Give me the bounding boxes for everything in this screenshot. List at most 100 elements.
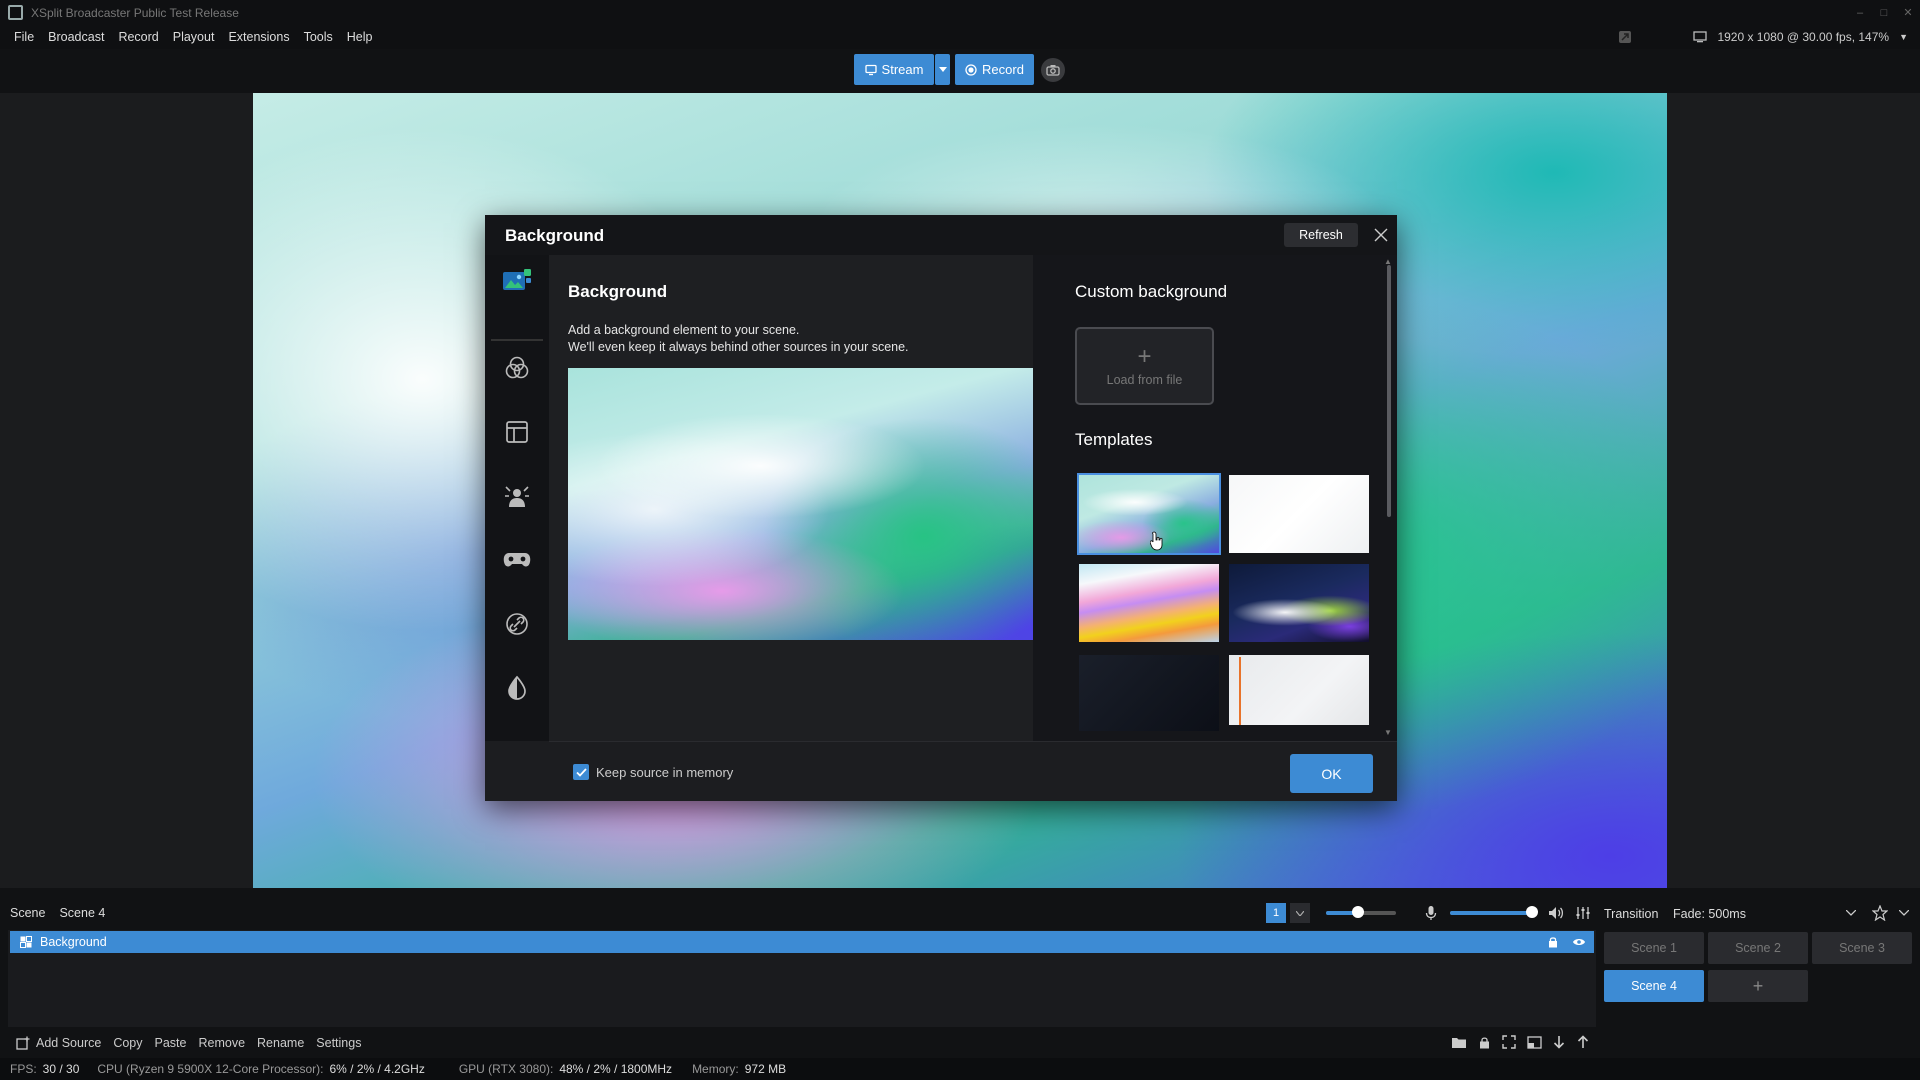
source-toolbar: Add Source Copy Paste Remove Rename Sett… (0, 1030, 1600, 1056)
fit-icon[interactable] (1499, 1032, 1519, 1052)
layout-icon[interactable] (500, 415, 534, 449)
gamepad-icon[interactable] (500, 543, 534, 577)
microphone-icon[interactable] (1421, 903, 1441, 923)
scene-page-button[interactable]: 1 (1266, 903, 1286, 923)
memory-value: 972 MB (744, 1062, 787, 1076)
scene-name[interactable]: Scene 4 (59, 906, 105, 920)
paste-button[interactable]: Paste (155, 1036, 187, 1050)
stream-button[interactable]: Stream (854, 54, 934, 85)
window-controls: – □ ✕ (1848, 0, 1920, 25)
menu-help[interactable]: Help (340, 30, 380, 44)
rename-button[interactable]: Rename (257, 1036, 304, 1050)
load-from-file-label: Load from file (1106, 373, 1183, 387)
template-thumbnail[interactable] (1077, 473, 1221, 555)
remove-button[interactable]: Remove (198, 1036, 245, 1050)
move-up-icon[interactable] (1573, 1032, 1593, 1052)
person-effect-icon[interactable] (500, 479, 534, 513)
dialog-title: Background (505, 226, 605, 245)
menu-tools[interactable]: Tools (297, 30, 340, 44)
gpu-value: 48% / 2% / 1800MHz (559, 1062, 673, 1076)
ok-button[interactable]: OK (1290, 754, 1373, 793)
background-icon[interactable] (500, 263, 534, 297)
fps-value: 30 / 30 (42, 1062, 80, 1076)
chevron-down-icon (938, 67, 947, 72)
add-source-icon (16, 1036, 30, 1050)
template-thumbnail[interactable] (1229, 475, 1369, 553)
scene-3-button[interactable]: Scene 3 (1812, 932, 1912, 964)
projector-icon[interactable] (1617, 29, 1633, 45)
settings-button[interactable]: Settings (316, 1036, 361, 1050)
hand-cursor-icon (1150, 531, 1164, 551)
cpu-value: 6% / 2% / 4.2GHz (329, 1062, 425, 1076)
stream-dropdown-button[interactable] (935, 54, 950, 85)
cpu-label: CPU (Ryzen 9 5900X 12-Core Processor): (97, 1062, 324, 1076)
camera-icon (1046, 64, 1060, 76)
refresh-button[interactable]: Refresh (1284, 223, 1358, 247)
mic-volume-slider[interactable] (1525, 906, 1538, 918)
menu-file[interactable]: File (0, 30, 41, 44)
record-button[interactable]: Record (955, 54, 1034, 85)
drop-icon[interactable] (500, 671, 534, 705)
keep-memory-label[interactable]: Keep source in memory (596, 765, 733, 780)
load-from-file-button[interactable]: + Load from file (1075, 327, 1214, 405)
template-thumbnail[interactable] (1079, 655, 1219, 731)
keep-memory-checkbox[interactable] (573, 764, 589, 780)
app-title: XSplit Broadcaster Public Test Release (31, 5, 239, 20)
transition-label: Transition (1604, 907, 1659, 921)
menu-record[interactable]: Record (111, 30, 165, 44)
source-row[interactable]: Background (10, 931, 1594, 953)
screen-region-icon[interactable] (1524, 1032, 1544, 1052)
menu-broadcast[interactable]: Broadcast (41, 30, 111, 44)
speaker-icon[interactable] (1546, 903, 1566, 923)
menu-playout[interactable]: Playout (166, 30, 222, 44)
scroll-down-icon[interactable]: ▼ (1383, 729, 1393, 737)
add-source-button[interactable]: Add Source (16, 1036, 101, 1050)
scene-label: Scene (10, 906, 46, 920)
minimize-icon[interactable]: – (1848, 0, 1872, 25)
lock-icon[interactable] (1548, 936, 1558, 948)
template-thumbnail[interactable] (1229, 655, 1369, 725)
folder-icon[interactable] (1449, 1032, 1469, 1052)
screenshot-button[interactable] (1041, 58, 1065, 82)
stream-volume-slider[interactable] (1351, 906, 1364, 918)
maximize-icon[interactable]: □ (1872, 0, 1896, 25)
title-bar: XSplit Broadcaster Public Test Release –… (0, 0, 1920, 25)
scene-2-button[interactable]: Scene 2 (1708, 932, 1808, 964)
mixer-icon[interactable] (1573, 903, 1593, 923)
dialog-sidebar (485, 255, 549, 741)
gpu-label: GPU (RTX 3080): (458, 1062, 554, 1076)
desc-line-1: Add a background element to your scene. (568, 323, 800, 337)
fps-label: FPS: (10, 1062, 37, 1076)
record-icon (965, 63, 977, 76)
add-scene-button[interactable]: + (1708, 970, 1808, 1002)
scrollbar-thumb[interactable] (1387, 265, 1391, 517)
chevron-down-icon[interactable]: ▼ (1899, 32, 1908, 42)
chevron-down-icon[interactable] (1841, 903, 1861, 923)
scene-4-button[interactable]: Scene 4 (1604, 970, 1704, 1002)
chevron-down-icon[interactable] (1894, 903, 1914, 923)
chevron-down-icon[interactable] (1290, 903, 1310, 923)
add-source-label: Add Source (36, 1036, 102, 1050)
template-thumbnail[interactable] (1079, 564, 1219, 642)
link-icon[interactable] (500, 607, 534, 641)
move-down-icon[interactable] (1549, 1032, 1569, 1052)
monitor-icon (1693, 31, 1708, 43)
color-circles-icon[interactable] (500, 351, 534, 385)
menu-extensions[interactable]: Extensions (221, 30, 296, 44)
scene-1-button[interactable]: Scene 1 (1604, 932, 1704, 964)
close-icon[interactable] (1371, 225, 1391, 245)
transition-select[interactable]: Fade: 500ms (1673, 907, 1746, 921)
desc-line-2: We'll even keep it always behind other s… (568, 340, 909, 354)
background-source-icon (20, 936, 32, 948)
resolution-readout[interactable]: 1920 x 1080 @ 30.00 fps, 147% (1717, 30, 1889, 44)
record-label: Record (982, 62, 1024, 77)
dialog-header: Background Refresh (485, 215, 1397, 255)
copy-button[interactable]: Copy (113, 1036, 142, 1050)
star-icon[interactable] (1870, 903, 1890, 923)
template-thumbnail[interactable] (1229, 564, 1369, 642)
eye-icon[interactable] (1572, 937, 1586, 947)
custom-background-title: Custom background (1075, 282, 1228, 301)
menu-bar: File Broadcast Record Playout Extensions… (0, 25, 1920, 49)
close-window-icon[interactable]: ✕ (1896, 0, 1920, 25)
lock-icon[interactable] (1474, 1032, 1494, 1052)
